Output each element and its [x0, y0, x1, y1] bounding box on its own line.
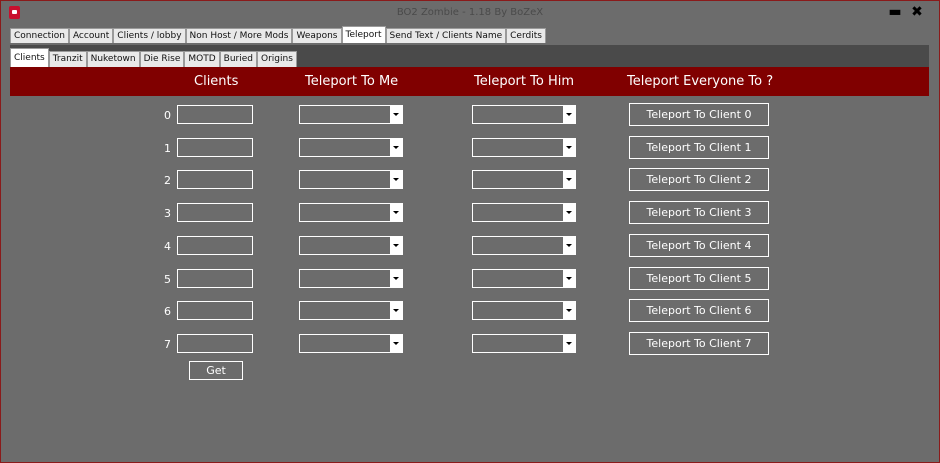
chevron-down-icon[interactable]	[390, 171, 402, 188]
client-name-input[interactable]	[177, 170, 253, 189]
teleport-to-client-button[interactable]: Teleport To Client 6	[629, 299, 769, 322]
chevron-down-icon[interactable]	[563, 171, 575, 188]
teleport-to-him-select[interactable]	[472, 138, 576, 157]
tab-clients-lobby[interactable]: Clients / lobby	[113, 28, 186, 43]
teleport-to-client-button[interactable]: Teleport To Client 7	[629, 332, 769, 355]
client-name-input[interactable]	[177, 269, 253, 288]
teleport-to-him-select[interactable]	[472, 203, 576, 222]
teleport-to-me-select[interactable]	[299, 334, 403, 353]
row-number: 2	[164, 174, 171, 187]
subtab-origins[interactable]: Origins	[257, 51, 297, 67]
teleport-to-him-select[interactable]	[472, 301, 576, 320]
teleport-to-client-button[interactable]: Teleport To Client 3	[629, 201, 769, 224]
chevron-down-icon[interactable]	[390, 302, 402, 319]
teleport-to-him-select[interactable]	[472, 236, 576, 255]
teleport-to-him-select[interactable]	[472, 269, 576, 288]
teleport-to-him-select[interactable]	[472, 105, 576, 124]
row-number: 3	[164, 207, 171, 220]
client-name-input[interactable]	[177, 236, 253, 255]
teleport-to-me-select[interactable]	[299, 203, 403, 222]
tab-send-text-clients-name[interactable]: Send Text / Clients Name	[385, 28, 507, 43]
tab-non-host-more-mods[interactable]: Non Host / More Mods	[185, 28, 293, 43]
tab-teleport[interactable]: Teleport	[341, 26, 386, 43]
teleport-to-client-button[interactable]: Teleport To Client 0	[629, 103, 769, 126]
chevron-down-icon[interactable]	[563, 237, 575, 254]
row-number: 5	[164, 273, 171, 286]
chevron-down-icon[interactable]	[563, 204, 575, 221]
chevron-down-icon[interactable]	[390, 237, 402, 254]
chevron-down-icon[interactable]	[390, 270, 402, 287]
teleport-to-me-select[interactable]	[299, 138, 403, 157]
teleport-to-me-select[interactable]	[299, 269, 403, 288]
client-name-input[interactable]	[177, 301, 253, 320]
subtab-buried[interactable]: Buried	[219, 51, 258, 67]
client-name-input[interactable]	[177, 138, 253, 157]
subtab-tranzit[interactable]: Tranzit	[48, 51, 87, 67]
teleport-to-him-select[interactable]	[472, 170, 576, 189]
get-button[interactable]: Get	[189, 361, 243, 380]
chevron-down-icon[interactable]	[563, 270, 575, 287]
tab-connection[interactable]: Connection	[10, 28, 69, 43]
teleport-to-him-select[interactable]	[472, 334, 576, 353]
subtab-motd[interactable]: MOTD	[184, 51, 220, 67]
row-number: 4	[164, 240, 171, 253]
teleport-to-me-select[interactable]	[299, 236, 403, 255]
teleport-to-client-button[interactable]: Teleport To Client 5	[629, 267, 769, 290]
chevron-down-icon[interactable]	[390, 106, 402, 123]
header-bar: Clients Teleport To Me Teleport To Him T…	[10, 67, 929, 96]
close-button[interactable]: ✖	[910, 5, 924, 19]
client-name-input[interactable]	[177, 334, 253, 353]
teleport-to-client-button[interactable]: Teleport To Client 2	[629, 168, 769, 191]
header-clients: Clients	[194, 74, 239, 89]
tab-cerdits[interactable]: Cerdits	[506, 28, 546, 43]
subtab-clients[interactable]: Clients	[10, 48, 49, 67]
row-number: 1	[164, 142, 171, 155]
teleport-panel: Clients Teleport To Me Teleport To Him T…	[10, 67, 929, 461]
chevron-down-icon[interactable]	[390, 139, 402, 156]
chevron-down-icon[interactable]	[390, 204, 402, 221]
header-teleport-to-me: Teleport To Me	[305, 74, 399, 89]
header-teleport-to-him: Teleport To Him	[474, 74, 574, 89]
row-number: 7	[164, 338, 171, 351]
title-bar: BO2 Zombie - 1.18 By BoZeX ▬ ✖	[1, 1, 939, 25]
row-number: 6	[164, 305, 171, 318]
app-window: BO2 Zombie - 1.18 By BoZeX ▬ ✖ Connectio…	[0, 0, 940, 463]
subtab-die-rise[interactable]: Die Rise	[139, 51, 185, 67]
tab-account[interactable]: Account	[68, 28, 114, 43]
header-teleport-everyone: Teleport Everyone To ?	[627, 74, 774, 89]
chevron-down-icon[interactable]	[390, 335, 402, 352]
client-name-input[interactable]	[177, 105, 253, 124]
row-number: 0	[164, 109, 171, 122]
teleport-to-me-select[interactable]	[299, 170, 403, 189]
tab-weapons[interactable]: Weapons	[292, 28, 342, 43]
teleport-to-me-select[interactable]	[299, 105, 403, 124]
main-tabs: Connection Account Clients / lobby Non Host…	[10, 26, 546, 44]
teleport-to-client-button[interactable]: Teleport To Client 4	[629, 234, 769, 257]
minimize-button[interactable]: ▬	[888, 5, 902, 19]
chevron-down-icon[interactable]	[563, 139, 575, 156]
subtab-nuketown[interactable]: Nuketown	[86, 51, 140, 67]
teleport-to-client-button[interactable]: Teleport To Client 1	[629, 136, 769, 159]
chevron-down-icon[interactable]	[563, 302, 575, 319]
chevron-down-icon[interactable]	[563, 335, 575, 352]
client-name-input[interactable]	[177, 203, 253, 222]
sub-tabs: Clients Tranzit Nuketown Die Rise MOTD Buried…	[10, 48, 297, 67]
teleport-to-me-select[interactable]	[299, 301, 403, 320]
window-title: BO2 Zombie - 1.18 By BoZeX	[396, 7, 544, 18]
chevron-down-icon[interactable]	[563, 106, 575, 123]
